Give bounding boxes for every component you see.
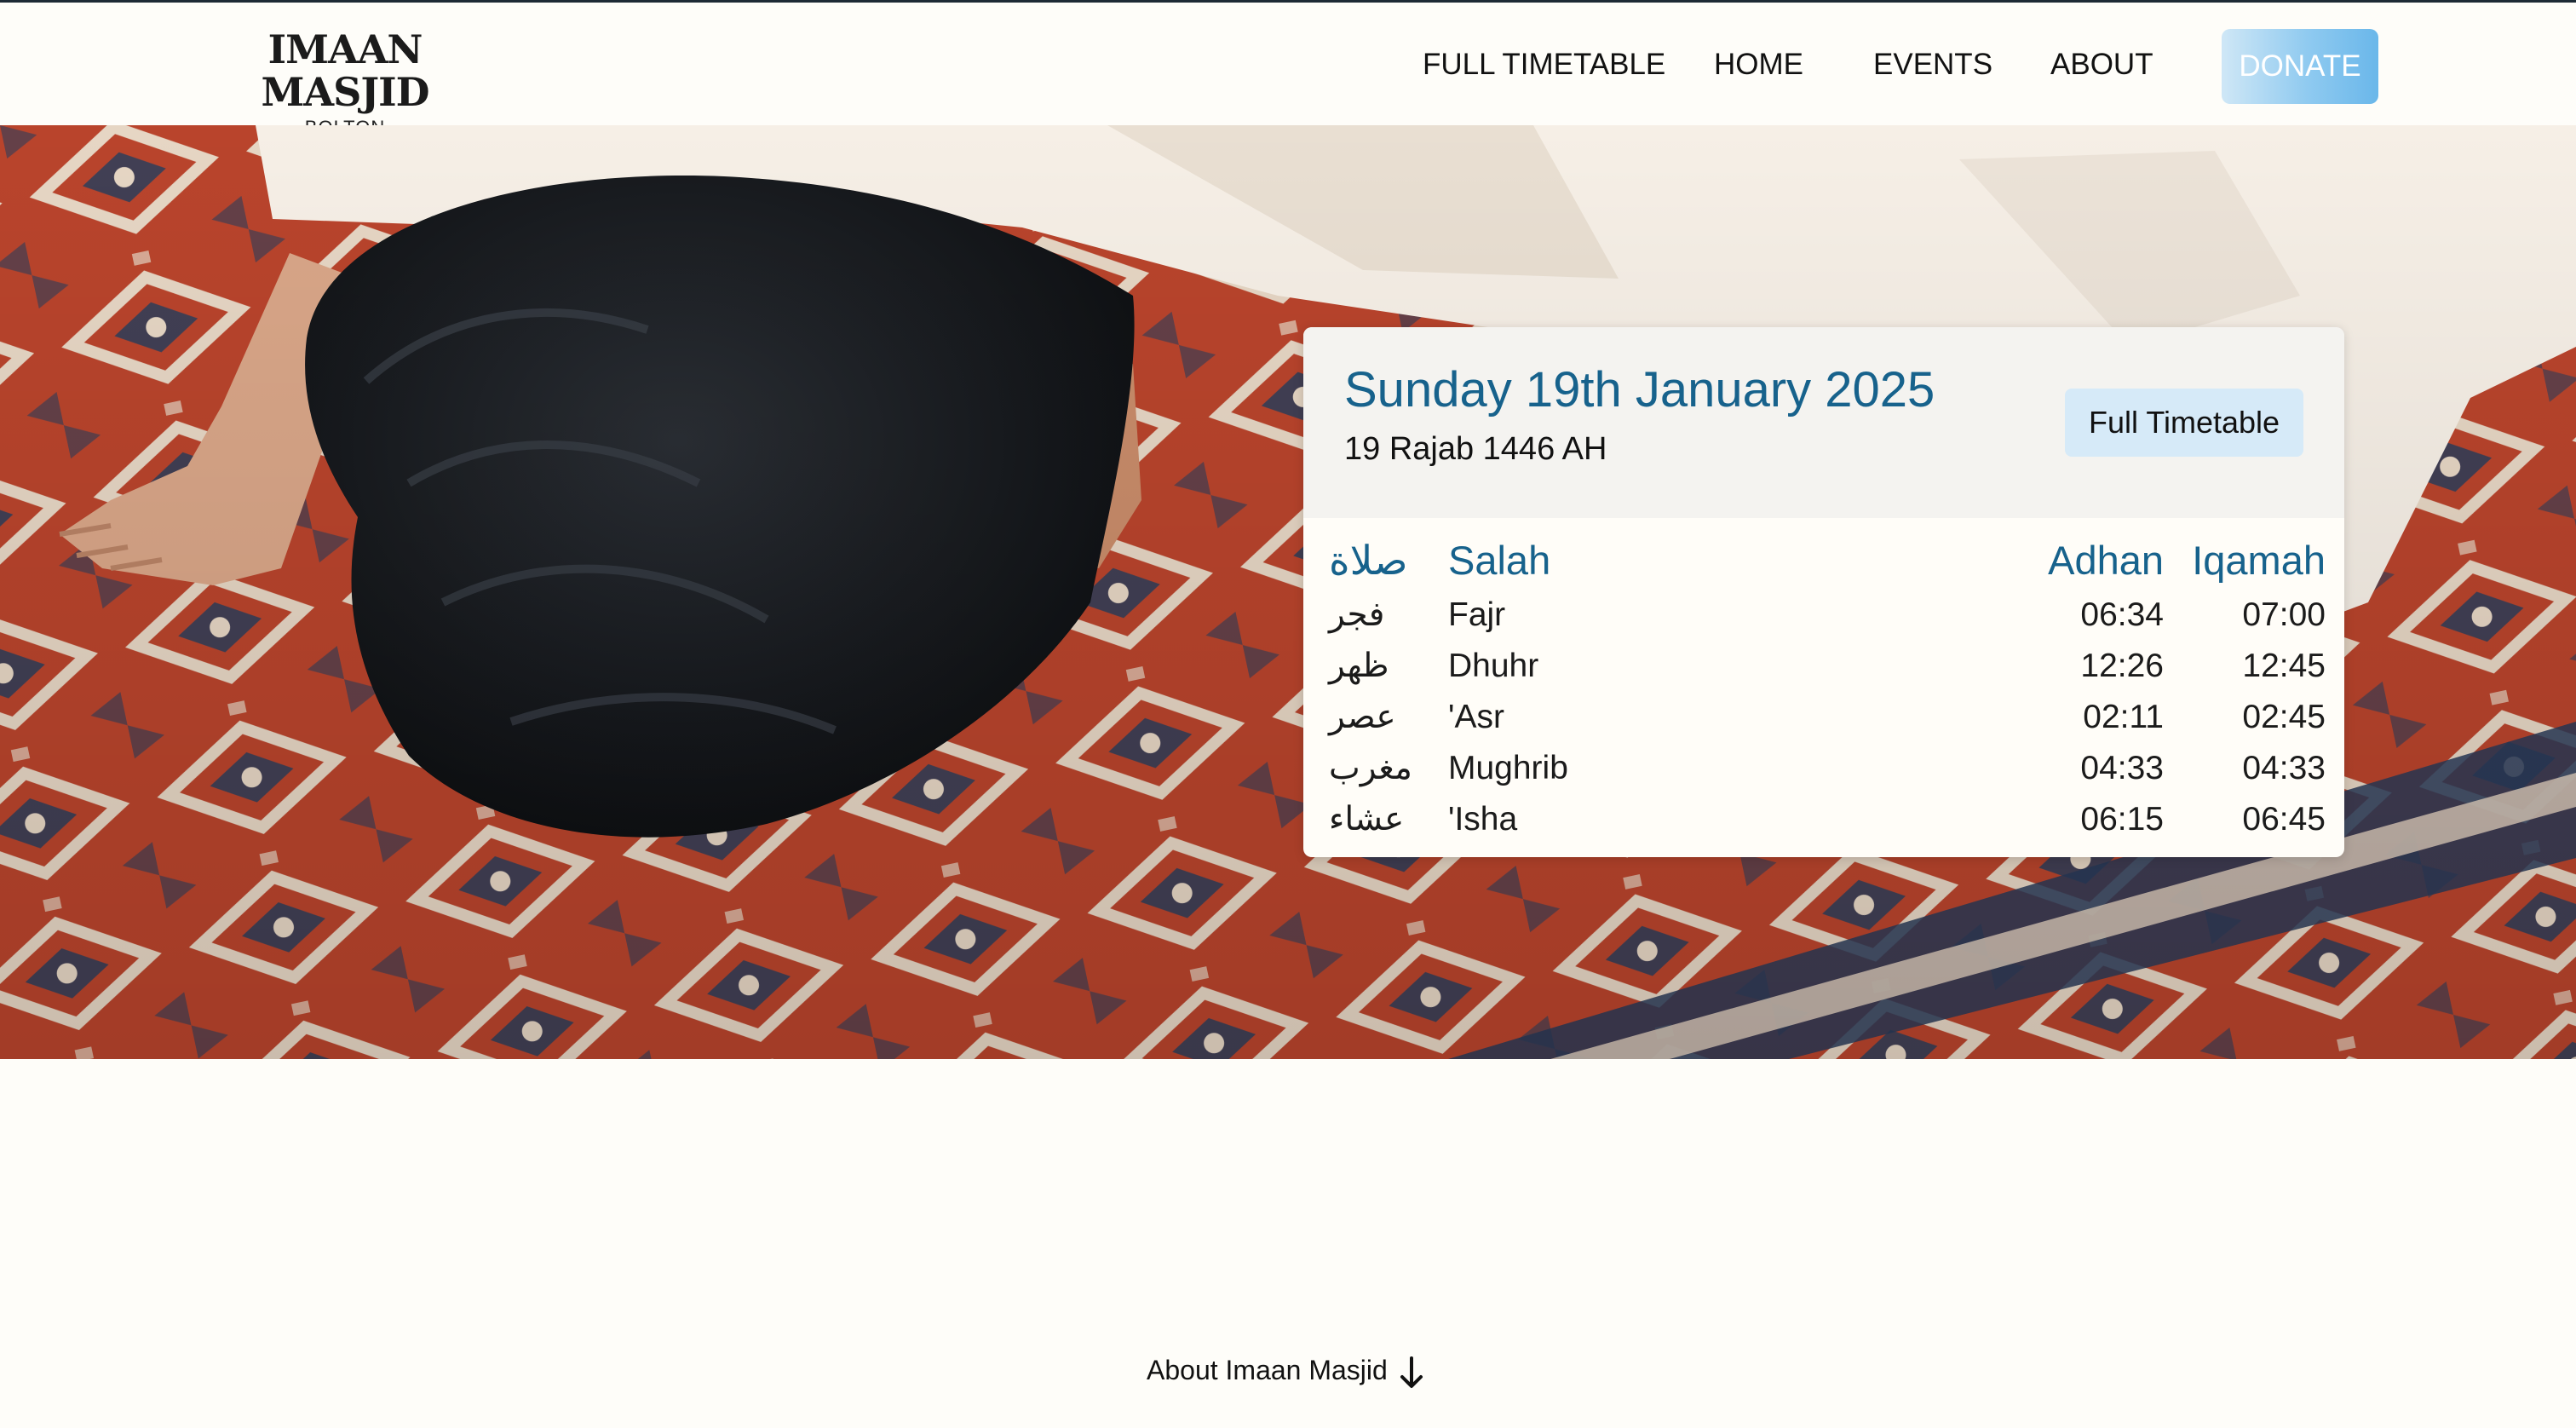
nav-events[interactable]: EVENTS — [1873, 28, 1992, 101]
donate-button[interactable]: DONATE — [2222, 29, 2378, 104]
prayer-name: 'Asr — [1448, 699, 1504, 735]
logo-title: IMAAN MASJID — [261, 26, 429, 115]
prayer-arabic: مغرب — [1329, 750, 1412, 786]
site-logo[interactable]: IMAAN MASJID BOLTON — [196, 28, 494, 139]
nav-full-timetable[interactable]: FULL TIMETABLE — [1423, 28, 1665, 101]
prayer-name: Mughrib — [1448, 750, 1568, 786]
site-header: IMAAN MASJID BOLTON FULL TIMETABLE HOME … — [0, 3, 2576, 138]
adhan-time: 04:33 — [2080, 750, 2164, 786]
iqamah-time: 06:45 — [2242, 801, 2326, 838]
prayer-arabic: فجر — [1329, 596, 1385, 633]
hijri-date: 19 Rajab 1446 AH — [1344, 431, 1607, 467]
full-timetable-button[interactable]: Full Timetable — [2065, 389, 2303, 457]
about-masjid-link[interactable]: About Imaan Masjid — [1147, 1345, 1388, 1396]
iqamah-time: 04:33 — [2242, 750, 2326, 786]
nav-about[interactable]: ABOUT — [2050, 28, 2153, 101]
adhan-time: 06:34 — [2080, 596, 2164, 633]
gregorian-date: Sunday 19th January 2025 — [1344, 362, 1935, 417]
header-iqamah: Iqamah — [2192, 538, 2326, 583]
prayer-name: Fajr — [1448, 596, 1506, 633]
prayer-name: 'Isha — [1448, 801, 1518, 838]
nav-home[interactable]: HOME — [1714, 28, 1803, 101]
iqamah-time: 12:45 — [2242, 648, 2326, 684]
adhan-time: 06:15 — [2080, 801, 2164, 838]
iqamah-time: 02:45 — [2242, 699, 2326, 735]
adhan-time: 12:26 — [2080, 648, 2164, 684]
prayer-card-header: Sunday 19th January 2025 19 Rajab 1446 A… — [1303, 327, 2344, 518]
arrow-down-icon[interactable] — [1397, 1355, 1426, 1391]
prayer-arabic: عصر — [1329, 699, 1396, 735]
header-adhan: Adhan — [2048, 538, 2164, 583]
prayer-arabic: عشاء — [1329, 801, 1405, 838]
header-arabic: صلاة — [1329, 538, 1408, 583]
header-salah: Salah — [1448, 538, 1551, 583]
iqamah-time: 07:00 — [2242, 596, 2326, 633]
prayer-times-card: Sunday 19th January 2025 19 Rajab 1446 A… — [1303, 327, 2344, 857]
prayer-name: Dhuhr — [1448, 648, 1539, 684]
adhan-time: 02:11 — [2083, 699, 2164, 735]
prayer-arabic: ظهر — [1329, 648, 1389, 684]
